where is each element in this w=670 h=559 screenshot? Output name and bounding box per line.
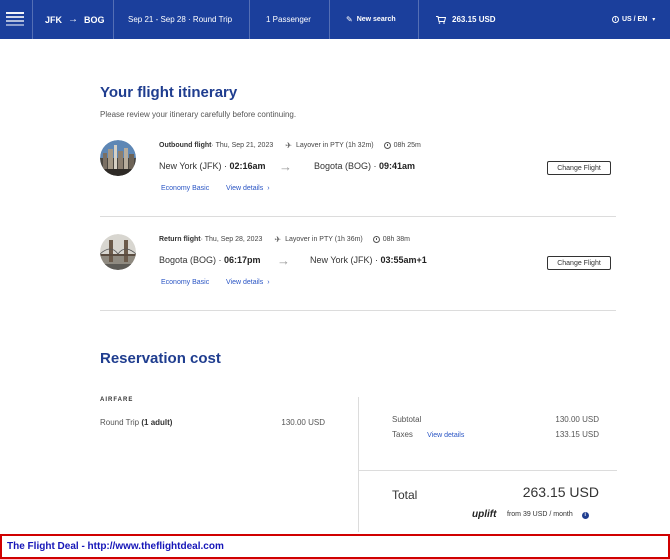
outbound-layover: Layover in PTY (1h 32m) bbox=[295, 142, 374, 149]
outbound-meta: Outbound flight · Thu, Sep 21, 2023 ✈ La… bbox=[159, 141, 421, 150]
outbound-links: Economy Basic View details › bbox=[161, 185, 270, 192]
outbound-to-time: 09:41am bbox=[379, 161, 416, 171]
subtotal-label: Subtotal bbox=[392, 415, 422, 424]
outbound-flight-card: Outbound flight · Thu, Sep 21, 2023 ✈ La… bbox=[100, 123, 616, 217]
divider bbox=[113, 0, 114, 39]
cart-price[interactable]: 263.15 USD bbox=[436, 0, 496, 39]
new-search-button[interactable]: ✎ New search bbox=[346, 0, 396, 39]
return-from-time: 06:17pm bbox=[224, 255, 261, 265]
monthly-financing-text: from 39 USD / month bbox=[507, 511, 573, 518]
outbound-departure: New York (JFK) · 02:16am bbox=[159, 161, 266, 171]
return-arrival: New York (JFK) · 03:55am+1 bbox=[310, 255, 427, 265]
return-change-flight-button[interactable]: Change Flight bbox=[547, 256, 611, 270]
total-row: Total 263.15 USD bbox=[392, 484, 599, 504]
page-title: Your flight itinerary bbox=[100, 84, 238, 101]
divider bbox=[418, 0, 419, 39]
uplift-logo[interactable]: uplift bbox=[472, 509, 496, 520]
divider bbox=[359, 470, 617, 471]
divider bbox=[329, 0, 330, 39]
taxes-view-details-link[interactable]: View details bbox=[427, 432, 464, 439]
taxes-amount: 133.15 USD bbox=[555, 430, 599, 439]
subtotal-amount: 130.00 USD bbox=[555, 415, 599, 424]
bogota-photo bbox=[100, 234, 136, 270]
outbound-duration: 08h 25m bbox=[393, 142, 421, 149]
outbound-fare-class-link[interactable]: Economy Basic bbox=[161, 185, 209, 192]
return-duration: 08h 38m bbox=[382, 236, 410, 243]
return-view-details-label: View details bbox=[226, 279, 264, 286]
chevron-right-icon: › bbox=[267, 185, 270, 192]
cart-total: 263.15 USD bbox=[452, 15, 496, 24]
clock-icon bbox=[383, 142, 391, 149]
return-flight-card: Return flight · Thu, Sep 28, 2023 ✈ Layo… bbox=[100, 217, 616, 311]
return-layover: Layover in PTY (1h 36m) bbox=[285, 236, 363, 243]
top-bar: JFK → BOG Sep 21 - Sep 28 · Round Trip 1… bbox=[0, 0, 670, 39]
trip-dates[interactable]: Sep 21 - Sep 28 · Round Trip bbox=[128, 0, 232, 39]
return-to-city: New York (JFK) · bbox=[310, 255, 381, 265]
reservation-cost-title: Reservation cost bbox=[100, 350, 221, 367]
outbound-view-details-label: View details bbox=[226, 185, 264, 192]
outbound-arrival: Bogota (BOG) · 09:41am bbox=[314, 161, 415, 171]
arrow-right-icon: → bbox=[277, 253, 290, 268]
return-date: · Thu, Sep 28, 2023 bbox=[200, 236, 263, 243]
language-label: US / EN bbox=[622, 16, 648, 23]
outbound-from-time: 02:16am bbox=[229, 161, 266, 171]
outbound-change-flight-button[interactable]: Change Flight bbox=[547, 161, 611, 175]
language-selector[interactable]: i US / EN ▾ bbox=[612, 0, 655, 39]
return-label: Return flight bbox=[159, 236, 201, 243]
watermark-banner: The Flight Deal - http://www.theflightde… bbox=[0, 534, 670, 559]
outbound-to-city: Bogota (BOG) · bbox=[314, 161, 380, 171]
origin-code: JFK bbox=[45, 14, 63, 25]
return-departure: Bogota (BOG) · 06:17pm bbox=[159, 255, 261, 265]
new-york-photo bbox=[100, 140, 136, 176]
total-label: Total bbox=[392, 488, 418, 502]
plane-icon: ✈ bbox=[274, 235, 282, 244]
arrow-right-icon: → bbox=[279, 159, 292, 174]
outbound-from-city: New York (JFK) · bbox=[159, 161, 230, 171]
return-meta: Return flight · Thu, Sep 28, 2023 ✈ Layo… bbox=[159, 235, 410, 244]
page-subtitle: Please review your itinerary carefully b… bbox=[100, 110, 297, 119]
chevron-down-icon: ▾ bbox=[652, 17, 656, 23]
divider bbox=[249, 0, 250, 39]
clock-icon bbox=[372, 236, 380, 243]
plane-icon: ✈ bbox=[285, 141, 292, 150]
outbound-label: Outbound flight bbox=[159, 142, 212, 149]
return-view-details-link[interactable]: View details › bbox=[226, 279, 270, 286]
airfare-amount: 130.00 USD bbox=[281, 418, 325, 427]
new-search-label: New search bbox=[356, 16, 396, 23]
monthly-financing: from 39 USD / month i bbox=[507, 511, 589, 519]
airline-logo-icon[interactable] bbox=[4, 8, 26, 30]
route-summary[interactable]: JFK → BOG bbox=[45, 0, 105, 39]
return-to-time: 03:55am+1 bbox=[380, 255, 427, 265]
destination-code: BOG bbox=[84, 14, 105, 25]
outbound-date: · Thu, Sep 21, 2023 bbox=[211, 142, 274, 149]
taxes-label: Taxes bbox=[392, 430, 413, 439]
outbound-view-details-link[interactable]: View details › bbox=[226, 185, 270, 192]
airfare-qualifier: (1 adult) bbox=[141, 418, 173, 427]
return-fare-class-link[interactable]: Economy Basic bbox=[161, 279, 209, 286]
passenger-count[interactable]: 1 Passenger bbox=[266, 0, 311, 39]
pencil-icon: ✎ bbox=[346, 15, 353, 24]
airfare-heading: AIRFARE bbox=[100, 397, 134, 403]
airfare-label: Round Trip bbox=[100, 418, 142, 427]
airfare-row: Round Trip (1 adult) 130.00 USD bbox=[100, 418, 325, 427]
return-from-city: Bogota (BOG) · bbox=[159, 255, 225, 265]
divider bbox=[32, 0, 33, 39]
subtotal-row: Subtotal 130.00 USD bbox=[392, 415, 599, 424]
taxes-row: Taxes View details 133.15 USD bbox=[392, 430, 599, 439]
chevron-right-icon: › bbox=[267, 279, 270, 286]
total-amount: 263.15 USD bbox=[522, 484, 599, 500]
watermark-text: The Flight Deal - http://www.theflightde… bbox=[7, 541, 224, 552]
return-links: Economy Basic View details › bbox=[161, 279, 270, 286]
cart-icon bbox=[436, 15, 446, 24]
info-icon: i bbox=[612, 16, 619, 23]
divider bbox=[358, 397, 359, 532]
info-icon[interactable]: i bbox=[581, 511, 589, 519]
arrow-right-icon: → bbox=[68, 14, 79, 25]
